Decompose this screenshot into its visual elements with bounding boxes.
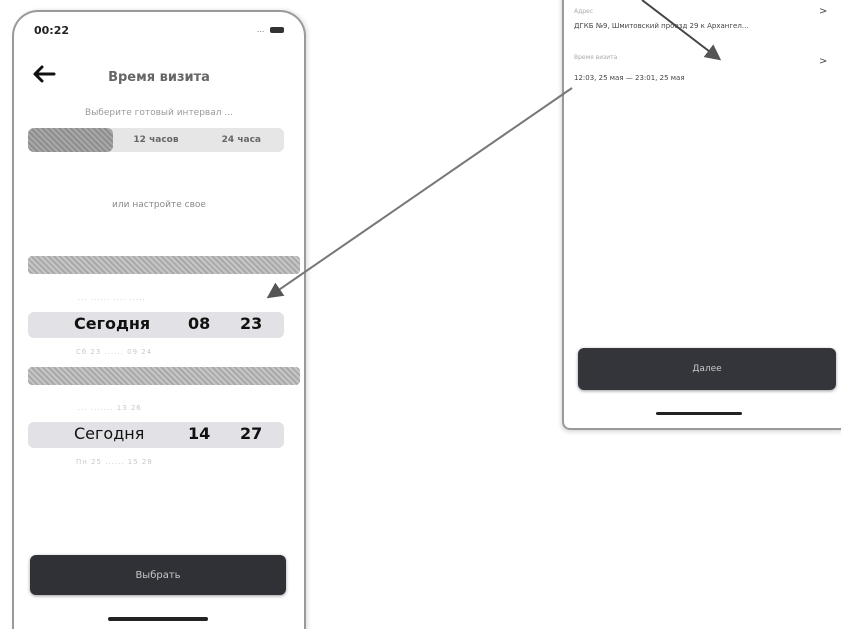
home-indicator [108, 617, 208, 621]
start-hour-wheel[interactable]: 08 [188, 314, 210, 333]
start-section-header [28, 256, 300, 274]
arrow-to-start-picker [266, 87, 573, 299]
select-button[interactable]: Выбрать [30, 555, 286, 595]
address-label: Адрес [574, 8, 594, 15]
page-title: Время визита [108, 70, 210, 85]
visit-time-chevron-icon[interactable]: > [819, 56, 827, 67]
status-icons: ... [257, 25, 284, 34]
start-picker-below-row: Сб 23 ...... 09 24 [76, 348, 153, 356]
home-indicator-right [656, 412, 742, 415]
end-minute-wheel[interactable]: 27 [240, 424, 262, 443]
segment-12-hours[interactable]: 12 часов [113, 128, 198, 152]
visit-time-label: Время визита [574, 54, 618, 61]
interval-segmented-control: 12 часов 24 часа [28, 128, 284, 152]
battery-icon [270, 26, 284, 33]
visit-summary-screen: Адрес ДГКБ №9, Шмитовский проезд 29 к Ар… [562, 0, 841, 430]
status-time: 00:22 [34, 24, 70, 37]
end-picker-below-row: Пн 25 ...... 15 28 [76, 458, 153, 466]
start-minute-wheel[interactable]: 23 [240, 314, 262, 333]
segment-custom[interactable] [28, 128, 114, 152]
status-bar: 00:22 ... [30, 24, 288, 40]
start-day-wheel[interactable]: Сегодня [74, 314, 150, 333]
address-chevron-icon[interactable]: > [819, 6, 827, 17]
end-hour-wheel[interactable]: 14 [188, 424, 210, 443]
end-picker-above-row: ... ....... 13 26 [78, 404, 142, 412]
signal-text: ... [256, 25, 265, 34]
start-time-picker[interactable]: ... ...... .... ..... Сегодня 08 23 Сб 2… [28, 294, 284, 358]
address-value[interactable]: ДГКБ №9, Шмитовский проезд 29 к Архангел… [574, 22, 749, 30]
interval-hint: Выберите готовый интервал ... [85, 108, 233, 118]
end-section-header [28, 367, 300, 385]
end-time-picker[interactable]: ... ....... 13 26 Сегодня 14 27 Пн 25 ..… [28, 404, 284, 468]
segment-24-hours[interactable]: 24 часа [199, 128, 284, 152]
next-button[interactable]: Далее [578, 348, 836, 390]
visit-time-screen: 00:22 ... Время визита Выберите готовый … [12, 10, 306, 629]
custom-interval-hint: или настройте свое [112, 200, 206, 210]
visit-time-value[interactable]: 12:03, 25 мая — 23:01, 25 мая [574, 74, 685, 82]
screenshot-stage: 00:22 ... Время визита Выберите готовый … [0, 0, 841, 629]
end-day-wheel[interactable]: Сегодня [74, 424, 144, 443]
start-picker-above-row: ... ...... .... ..... [78, 294, 146, 302]
